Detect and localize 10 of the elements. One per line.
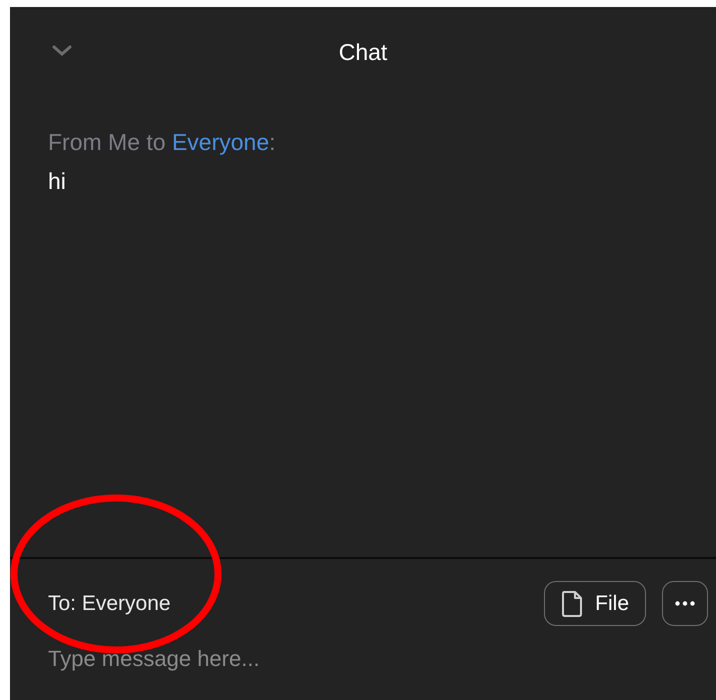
more-button[interactable] — [662, 581, 708, 626]
more-icon — [675, 601, 695, 606]
message-input[interactable]: Type message here... — [48, 642, 448, 675]
document-icon — [561, 590, 584, 618]
chat-title: Chat — [338, 38, 388, 67]
message-text: hi — [48, 166, 67, 196]
recipient-selector[interactable]: To: Everyone — [48, 588, 171, 620]
collapse-chevron-icon[interactable] — [52, 45, 72, 57]
message-header: From Me to Everyone: — [48, 128, 277, 157]
file-button[interactable]: File — [544, 581, 646, 626]
